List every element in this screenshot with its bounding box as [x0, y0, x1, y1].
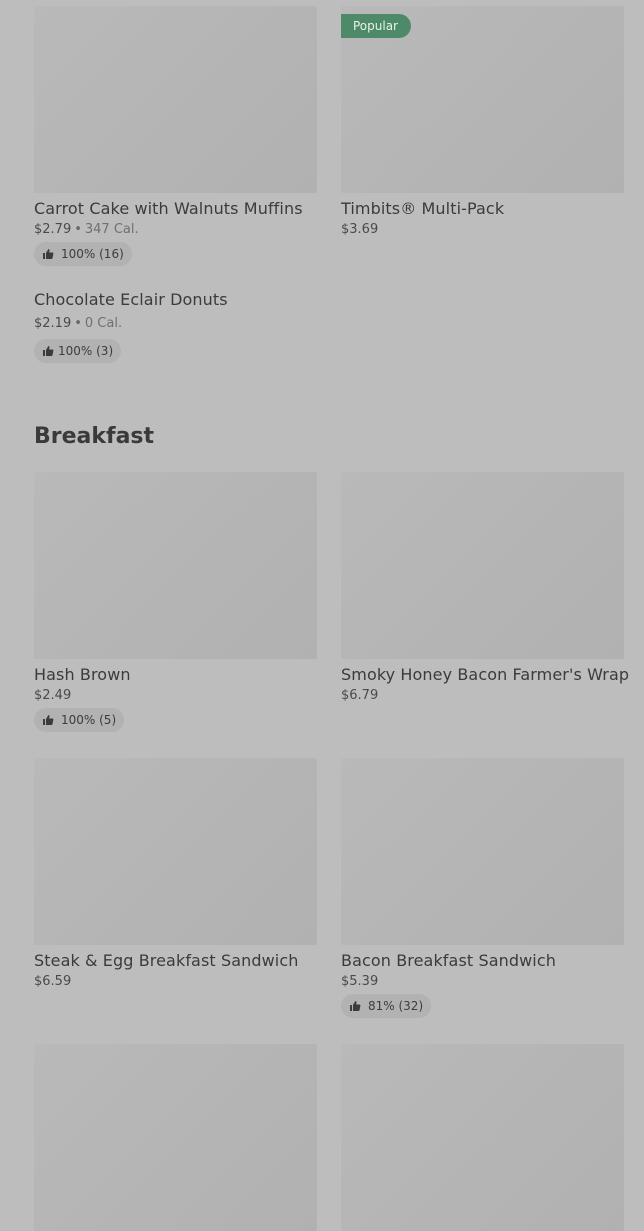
menu-item-card[interactable] — [34, 1044, 317, 1231]
menu-grid-breakfast-row-1: Hash Brown $2.49 100% (5) Smoky Honey Ba… — [34, 472, 630, 732]
item-image[interactable] — [341, 472, 624, 659]
item-name: Bacon Breakfast Sandwich — [341, 951, 556, 970]
menu-item-card[interactable]: Bacon Breakfast Sandwich $5.39 81% (32) — [341, 758, 624, 1018]
menu-item-card[interactable]: Popular Timbits® Multi-Pack $3.69 — [341, 6, 624, 266]
item-name: Hash Brown — [34, 665, 131, 684]
menu-item-card[interactable] — [341, 1044, 624, 1231]
item-price: $2.79 — [34, 222, 72, 237]
rating-text: 100% (16) — [61, 247, 124, 261]
menu-item-card[interactable]: Carrot Cake with Walnuts Muffins $2.79 • 3… — [34, 6, 317, 266]
menu-grid-breakfast-row-3 — [34, 1044, 624, 1231]
item-name: Carrot Cake with Walnuts Muffins — [34, 199, 303, 218]
rating-badge: 100% (16) — [34, 242, 132, 266]
item-price-calories: $2.79 • 347 Cal. — [34, 222, 139, 237]
rating-text: 100% (5) — [61, 713, 117, 727]
popular-badge: Popular — [341, 14, 411, 38]
item-image[interactable]: Popular — [341, 6, 624, 193]
item-image[interactable] — [34, 472, 317, 659]
item-price: $3.69 — [341, 222, 379, 237]
rating-text: 100% (3) — [58, 344, 114, 358]
menu-grid-breakfast-row-2: Steak & Egg Breakfast Sandwich $6.59 Bac… — [34, 758, 624, 1018]
rating-text: 81% (32) — [368, 999, 424, 1013]
item-price: $6.79 — [341, 688, 379, 703]
item-calories: 347 Cal. — [84, 222, 139, 237]
item-image[interactable] — [34, 1044, 317, 1231]
rating-badge: 100% (5) — [34, 708, 125, 732]
section-title-breakfast: Breakfast — [34, 424, 155, 449]
item-name: Steak & Egg Breakfast Sandwich — [34, 951, 299, 970]
item-price: $2.49 — [34, 688, 72, 703]
thumb-up-icon — [43, 249, 54, 259]
item-price: $6.59 — [34, 974, 72, 989]
thumb-up-icon — [43, 715, 54, 725]
menu-item-card[interactable]: Hash Brown $2.49 100% (5) — [34, 472, 317, 732]
menu-grid-top: Carrot Cake with Walnuts Muffins $2.79 • 3… — [34, 6, 624, 266]
item-image[interactable] — [34, 758, 317, 945]
menu-item-card[interactable]: Smoky Honey Bacon Farmer's Wrap $6.79 — [341, 472, 630, 732]
item-price: $5.39 — [341, 974, 379, 989]
thumb-up-icon — [350, 1001, 361, 1011]
item-name: Smoky Honey Bacon Farmer's Wrap — [341, 665, 630, 684]
item-name: Chocolate Eclair Donuts — [34, 290, 228, 309]
item-price: $2.19 — [34, 316, 72, 331]
item-name: Timbits® Multi-Pack — [341, 199, 505, 218]
menu-item-card[interactable]: Steak & Egg Breakfast Sandwich $6.59 — [34, 758, 317, 1018]
rating-badge: 100% (3) — [34, 339, 122, 363]
item-price-calories: $2.19 • 0 Cal. — [34, 316, 123, 331]
rating-badge: 81% (32) — [341, 994, 432, 1018]
item-image[interactable] — [341, 1044, 624, 1231]
thumb-up-icon — [43, 346, 54, 356]
item-image[interactable] — [34, 6, 317, 193]
menu-item-text-only[interactable]: Chocolate Eclair Donuts $2.19 • 0 Cal. 100… — [34, 290, 228, 363]
item-image[interactable] — [341, 758, 624, 945]
item-calories: 0 Cal. — [84, 316, 123, 331]
